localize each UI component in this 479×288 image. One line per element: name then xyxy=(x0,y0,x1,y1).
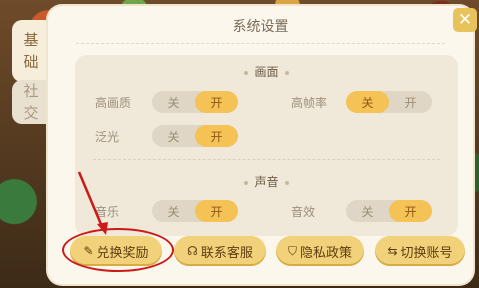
annotation-arrow xyxy=(77,171,108,235)
